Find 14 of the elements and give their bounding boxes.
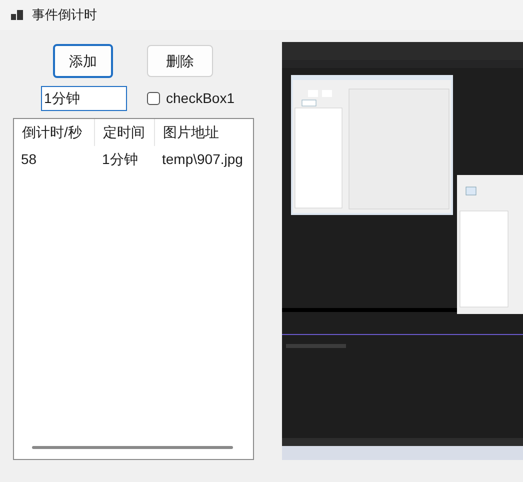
action-button[interactable]: 添加 (53, 44, 113, 78)
app-icon (11, 10, 23, 20)
column-header[interactable]: 倒计时/秒 (14, 119, 95, 146)
horizontal-scrollbar[interactable] (32, 446, 233, 449)
checkbox-label[interactable]: checkBox1 (166, 88, 234, 109)
column-header[interactable]: 图片地址 (155, 119, 253, 146)
action-button[interactable]: 删除 (147, 45, 213, 77)
checkbox[interactable] (147, 92, 160, 105)
list-cell-text: temp\907.jpg (161, 150, 244, 169)
list-cell-text: 58 (20, 150, 38, 168)
time-input-field[interactable]: 1分钟 (41, 86, 127, 111)
column-header[interactable]: 定时间 (95, 119, 155, 146)
list-cell-text: 1分钟 (101, 150, 139, 168)
window-title: 事件倒计时 (32, 6, 97, 24)
